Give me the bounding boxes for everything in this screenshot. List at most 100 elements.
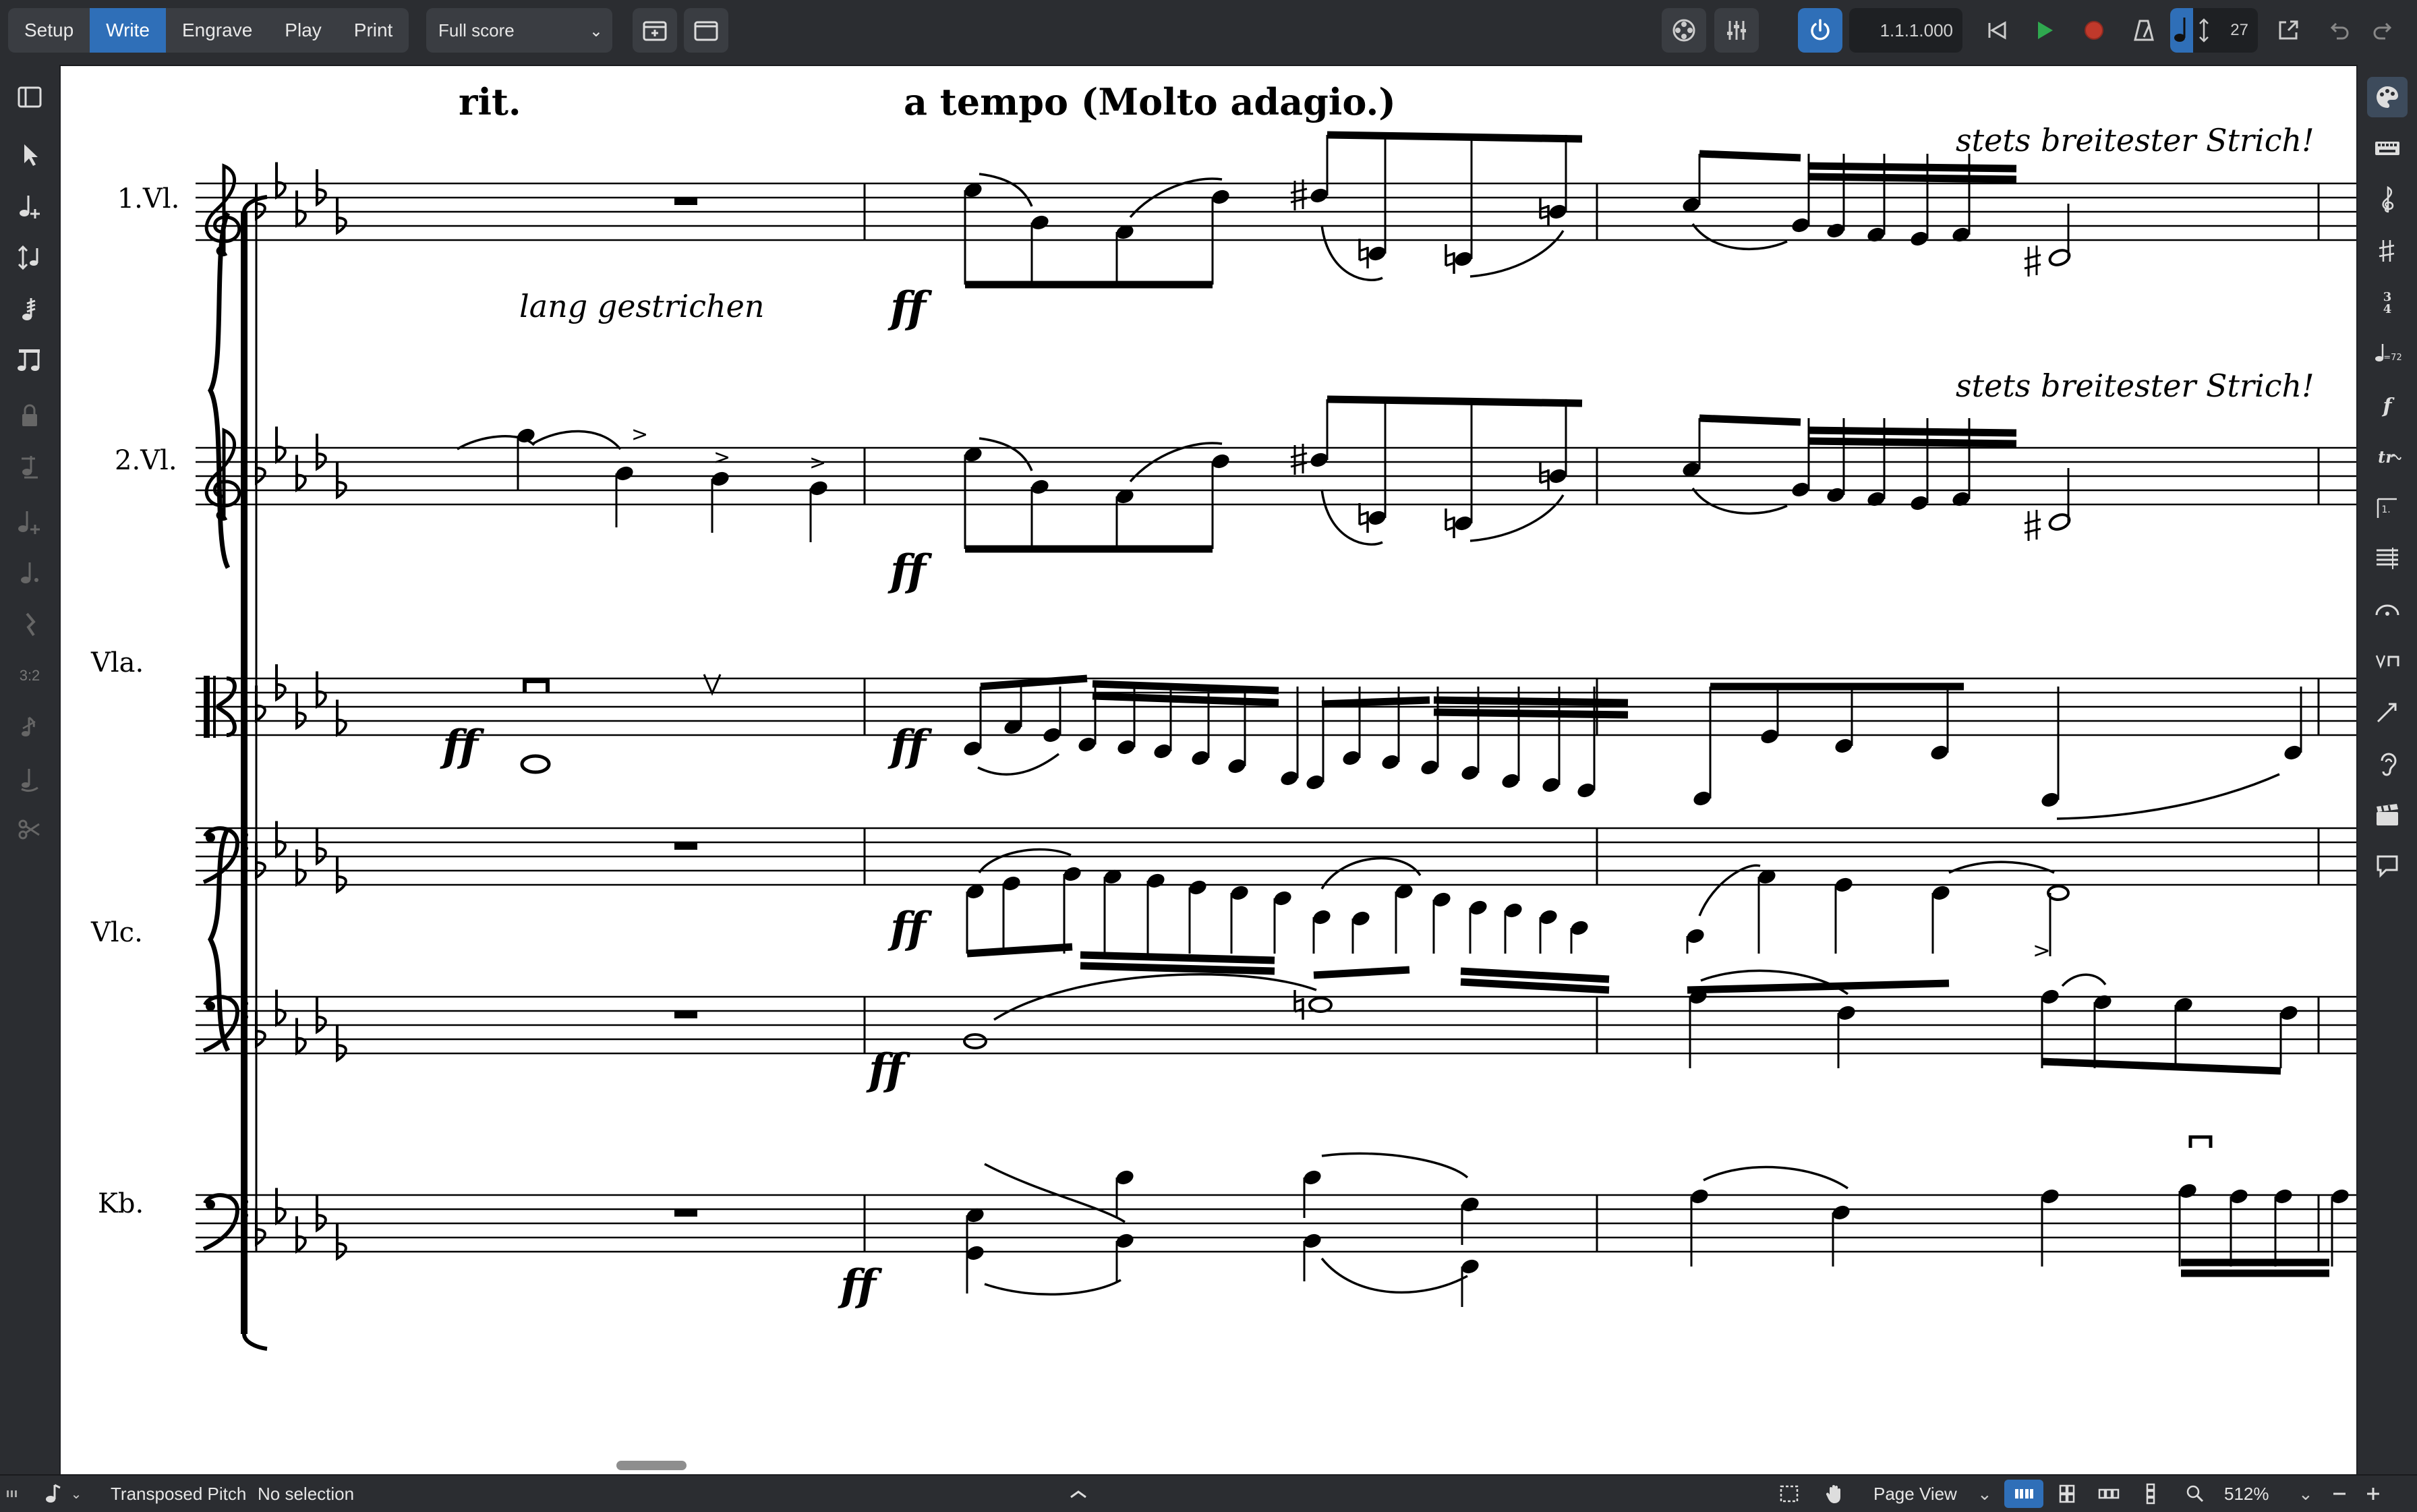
repeats-button[interactable]: 1.: [2367, 487, 2408, 527]
rewind-button[interactable]: [1975, 8, 2019, 53]
zoom-in-button[interactable]: [2359, 1480, 2387, 1508]
dynamic-ff-viola[interactable]: ff: [887, 721, 933, 772]
playback-button[interactable]: [2367, 743, 2408, 784]
expression-stets-breitester-1[interactable]: stets breitester Strich!: [1956, 122, 2314, 158]
status-layout-button[interactable]: [4, 1480, 27, 1508]
comments-button[interactable]: [2367, 846, 2408, 886]
panel-toggle-button[interactable]: [9, 77, 50, 117]
key-flat: [275, 988, 287, 1026]
zoom-level-selector[interactable]: 512%: [2224, 1476, 2269, 1512]
export-button[interactable]: [2266, 8, 2310, 53]
tab-play[interactable]: Play: [268, 8, 337, 53]
transpose-tool[interactable]: [9, 237, 50, 278]
tempo-button[interactable]: =72: [2367, 333, 2408, 374]
lines-button[interactable]: [2367, 692, 2408, 732]
page-arrangement-spreads-button[interactable]: [2004, 1480, 2043, 1508]
instrument-name-viola[interactable]: Vla.: [90, 647, 144, 678]
record-button[interactable]: [2072, 8, 2116, 53]
insert-tool[interactable]: [9, 446, 50, 487]
dynamic-ff-viola-m1[interactable]: ff: [440, 721, 485, 772]
properties-button[interactable]: [2367, 77, 2408, 117]
view-mode-selector[interactable]: Page View: [1873, 1476, 1957, 1512]
tab-engrave[interactable]: Engrave: [166, 8, 268, 53]
note-value-selector[interactable]: ⌄: [35, 1480, 89, 1508]
transposed-pitch-toggle[interactable]: Transposed Pitch: [111, 1476, 246, 1512]
layout-selector[interactable]: Full score ⌄: [426, 8, 612, 53]
page-arrangement-horizontal-button[interactable]: [2092, 1480, 2126, 1508]
activate-project-button[interactable]: [1798, 8, 1842, 53]
key-flat: [275, 663, 287, 701]
film-reel-icon: [1672, 19, 1695, 42]
dynamic-ff-violin-2[interactable]: ff: [887, 546, 933, 596]
clefs-button[interactable]: [2367, 179, 2408, 220]
keyboard-button[interactable]: [2367, 128, 2408, 169]
video-button[interactable]: [1662, 8, 1706, 53]
dynamic-ff-cello-2[interactable]: ff: [866, 1045, 911, 1095]
v1-beam-2: [1327, 131, 1583, 143]
sharp: [2023, 508, 2042, 542]
score-canvas[interactable]: rit. a tempo (Molto adagio.) 1.Vl. 2.Vl.…: [61, 66, 2356, 1474]
hand-tool-button[interactable]: [1818, 1480, 1852, 1508]
tab-setup[interactable]: Setup: [8, 8, 90, 53]
select-tool[interactable]: [9, 135, 50, 175]
scissors-tool[interactable]: [9, 809, 50, 850]
key-flat: [316, 670, 327, 708]
mixer-button[interactable]: [1714, 8, 1759, 53]
tie-tool[interactable]: [9, 758, 50, 798]
undo-button[interactable]: [2316, 8, 2360, 53]
sharp: [2023, 244, 2042, 278]
dynamic-ff-violin-1[interactable]: ff: [887, 283, 933, 333]
beam-tool[interactable]: [9, 340, 50, 380]
tab-write[interactable]: Write: [90, 8, 166, 53]
natural: [1445, 507, 1455, 540]
tempo-rit[interactable]: rit.: [459, 80, 521, 123]
tab-print[interactable]: Print: [338, 8, 409, 53]
horizontal-scrollbar-thumb[interactable]: [616, 1461, 687, 1470]
instrument-name-violin-2[interactable]: 2.Vl.: [115, 445, 177, 476]
key-flat: [336, 1024, 347, 1062]
open-layout-tab-button[interactable]: [633, 8, 677, 53]
page-arrangement-grid-button[interactable]: [2053, 1480, 2081, 1508]
ornaments-button[interactable]: tr: [2367, 436, 2408, 476]
zoom-out-button[interactable]: [2325, 1480, 2354, 1508]
dynamic-ff-cello-1[interactable]: ff: [887, 903, 933, 954]
marquee-tool-button[interactable]: [1772, 1480, 1806, 1508]
tempo-display[interactable]: 27: [2170, 8, 2258, 53]
dynamic-ff-bass[interactable]: ff: [838, 1260, 883, 1311]
right-notations-panel: 34 =72 f tr 1.: [2358, 65, 2417, 1474]
instrument-name-cello[interactable]: Vlc.: [90, 917, 143, 948]
tremolos-button[interactable]: [2367, 538, 2408, 579]
metronome-button[interactable]: [2122, 8, 2166, 53]
holds-button[interactable]: [2367, 589, 2408, 630]
tuplet-tool[interactable]: 3:2: [9, 656, 50, 696]
v1-beam-3: [1699, 150, 1801, 162]
tempo-a-tempo[interactable]: a tempo (Molto adagio.): [904, 80, 1396, 123]
playing-techniques-button[interactable]: [2367, 641, 2408, 681]
instrument-name-violin-1[interactable]: 1.Vl.: [117, 183, 180, 214]
lock-duration-tool[interactable]: [9, 395, 50, 436]
page-arrangement-vertical-button[interactable]: [2136, 1480, 2165, 1508]
lower-zone-toggle[interactable]: [1063, 1480, 1094, 1508]
note-input-tool[interactable]: [9, 186, 50, 227]
play-button[interactable]: [2022, 8, 2066, 53]
add-note-tool[interactable]: [9, 502, 50, 542]
time-signatures-button[interactable]: 34: [2367, 282, 2408, 322]
key-signatures-button[interactable]: [2367, 231, 2408, 271]
minus-icon: [2333, 1492, 2346, 1495]
tremolo-tool[interactable]: [9, 289, 50, 329]
hand-icon: [1826, 1485, 1840, 1503]
expression-lang-gestrichen[interactable]: lang gestrichen: [519, 288, 765, 324]
window-mode-button[interactable]: [684, 8, 728, 53]
rest-tool[interactable]: [9, 604, 50, 645]
dynamics-button[interactable]: f: [2367, 384, 2408, 425]
cues-button[interactable]: [2367, 794, 2408, 835]
dot-tool[interactable]: [9, 553, 50, 593]
key-flat: [336, 855, 347, 893]
expression-stets-breitester-2[interactable]: stets breitester Strich!: [1956, 368, 2314, 404]
redo-button[interactable]: [2362, 8, 2406, 53]
instrument-name-bass[interactable]: Kb.: [98, 1188, 144, 1219]
grace-note-tool[interactable]: [9, 707, 50, 747]
horizontal-pages-icon: [2098, 1488, 2120, 1499]
tremolo-icon: [22, 298, 36, 320]
zoom-to-fit-button[interactable]: [2181, 1480, 2209, 1508]
